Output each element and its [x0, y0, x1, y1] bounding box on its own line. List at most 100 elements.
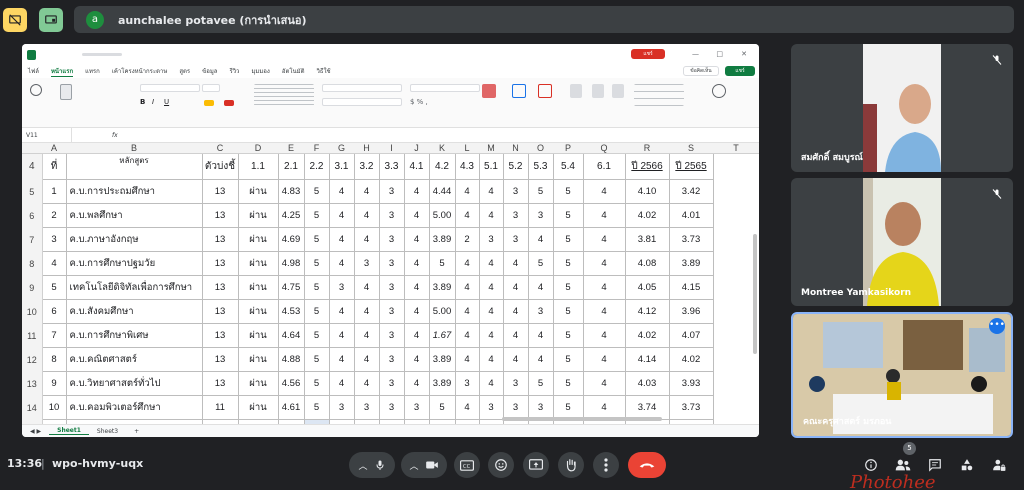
header-cell[interactable]: 2.1: [277, 153, 305, 180]
table-cell[interactable]: 4.02: [624, 323, 670, 348]
table-cell[interactable]: 4: [403, 203, 430, 228]
table-cell[interactable]: ผ่าน: [237, 323, 279, 348]
table-cell[interactable]: 5: [428, 251, 456, 276]
shared-spreadsheet[interactable]: แชร์ — □ ✕ ไฟล์ หน้าแรก แทรก เค้าโครงหน้…: [22, 44, 759, 437]
table-cell[interactable]: ผ่าน: [237, 275, 279, 300]
table-cell[interactable]: 4: [454, 179, 480, 204]
name-box[interactable]: V11: [22, 128, 72, 142]
table-cell[interactable]: ค.บ.การประถมศึกษา: [65, 179, 203, 204]
table-cell[interactable]: 5: [303, 227, 330, 252]
header-cell[interactable]: 5.3: [527, 153, 554, 180]
table-cell[interactable]: 5: [552, 371, 584, 396]
table-cell[interactable]: 4: [582, 275, 626, 300]
comments-button[interactable]: ข้อคิดเห็น: [683, 66, 719, 76]
table-cell[interactable]: ค.บ.คอมพิวเตอร์ศึกษา: [65, 395, 203, 420]
table-cell[interactable]: 4: [502, 347, 529, 372]
column-header[interactable]: P: [553, 143, 583, 154]
table-cell[interactable]: 4.05: [624, 275, 670, 300]
table-cell[interactable]: 5: [552, 179, 584, 204]
add-sheet-button[interactable]: +: [126, 428, 147, 435]
merge-center-button[interactable]: [322, 98, 402, 106]
table-cell[interactable]: 4.44: [428, 179, 456, 204]
undo-icon[interactable]: [30, 84, 42, 96]
table-cell[interactable]: 3: [41, 227, 67, 252]
table-cell[interactable]: ผ่าน: [237, 347, 279, 372]
table-cell[interactable]: 3: [478, 395, 504, 420]
table-cell[interactable]: 13: [201, 299, 239, 324]
sheet-nav-arrows[interactable]: ◀ ▶: [22, 428, 49, 435]
menu-data[interactable]: ข้อมูล: [202, 66, 217, 76]
table-cell[interactable]: 3: [502, 227, 529, 252]
column-header[interactable]: T: [713, 143, 759, 154]
tab-sheet3[interactable]: Sheet3: [89, 428, 126, 435]
table-cell[interactable]: 11: [201, 395, 239, 420]
table-cell[interactable]: 2: [41, 203, 67, 228]
alignment-icon[interactable]: [254, 84, 314, 106]
row-header[interactable]: 4: [22, 153, 43, 180]
table-cell[interactable]: 3: [353, 251, 380, 276]
table-cell[interactable]: 6: [41, 299, 67, 324]
table-cell[interactable]: 4: [328, 347, 355, 372]
table-cell[interactable]: 3: [454, 371, 480, 396]
header-cell[interactable]: 2.2: [303, 153, 330, 180]
table-cell[interactable]: 4: [478, 275, 504, 300]
table-cell[interactable]: 3: [478, 227, 504, 252]
table-cell[interactable]: 4.12: [624, 299, 670, 324]
table-cell[interactable]: 4: [353, 347, 380, 372]
header-cell[interactable]: 4.2: [428, 153, 456, 180]
table-cell[interactable]: เทคโนโลยีดิจิทัลเพื่อการศึกษา: [65, 275, 203, 300]
table-cell[interactable]: 4.98: [277, 251, 305, 276]
chevron-up-icon[interactable]: ︿: [358, 459, 367, 472]
column-header[interactable]: N: [503, 143, 528, 154]
table-cell[interactable]: 9: [41, 371, 67, 396]
table-cell[interactable]: 13: [201, 203, 239, 228]
table-cell[interactable]: ค.บ.วิทยาศาสตร์ทั่วไป: [65, 371, 203, 396]
row-header[interactable]: 5: [22, 179, 43, 204]
table-cell[interactable]: ผ่าน: [237, 227, 279, 252]
table-cell[interactable]: 3: [527, 299, 554, 324]
table-cell[interactable]: 4: [478, 251, 504, 276]
table-cell[interactable]: 5: [552, 227, 584, 252]
table-cell[interactable]: 3: [378, 203, 405, 228]
table-cell[interactable]: 5: [527, 251, 554, 276]
table-cell[interactable]: ผ่าน: [237, 251, 279, 276]
format-cells-icon[interactable]: [612, 84, 624, 98]
table-cell[interactable]: ผ่าน: [237, 203, 279, 228]
table-cell[interactable]: 4: [527, 347, 554, 372]
paste-icon[interactable]: [60, 84, 72, 100]
microphone-button[interactable]: ︿: [349, 452, 395, 478]
column-header[interactable]: I: [379, 143, 404, 154]
table-cell[interactable]: 3: [328, 395, 355, 420]
table-cell[interactable]: 3: [527, 203, 554, 228]
menu-insert[interactable]: แทรก: [85, 66, 100, 76]
empty-cell[interactable]: [713, 396, 759, 420]
table-cell[interactable]: 4: [353, 203, 380, 228]
table-cell[interactable]: 4.08: [624, 251, 670, 276]
table-cell[interactable]: 5: [552, 347, 584, 372]
table-cell[interactable]: 4: [478, 179, 504, 204]
table-cell[interactable]: 4: [403, 299, 430, 324]
table-cell[interactable]: 4: [353, 371, 380, 396]
row-header[interactable]: 13: [22, 371, 43, 396]
table-cell[interactable]: 3: [378, 371, 405, 396]
table-cell[interactable]: 1.67: [428, 323, 456, 348]
header-cell[interactable]: 3.3: [378, 153, 405, 180]
table-cell[interactable]: 4: [582, 251, 626, 276]
table-cell[interactable]: 4: [582, 347, 626, 372]
table-cell[interactable]: 3.73: [668, 227, 714, 252]
table-cell[interactable]: 4: [454, 299, 480, 324]
column-header[interactable]: B: [66, 143, 202, 154]
bold-icon[interactable]: B: [140, 98, 148, 106]
header-cell[interactable]: 4.3: [454, 153, 480, 180]
column-header[interactable]: F: [304, 143, 329, 154]
more-options-icon[interactable]: •••: [989, 318, 1005, 334]
table-cell[interactable]: 4: [454, 347, 480, 372]
column-header[interactable]: S: [669, 143, 713, 154]
table-cell[interactable]: 5: [527, 371, 554, 396]
table-cell[interactable]: 4.56: [277, 371, 305, 396]
header-cell[interactable]: ที่: [41, 153, 67, 180]
table-cell[interactable]: ค.บ.การศึกษาพิเศษ: [65, 323, 203, 348]
column-header[interactable]: D: [238, 143, 278, 154]
table-cell[interactable]: 4: [478, 203, 504, 228]
table-cell[interactable]: 3: [502, 371, 529, 396]
